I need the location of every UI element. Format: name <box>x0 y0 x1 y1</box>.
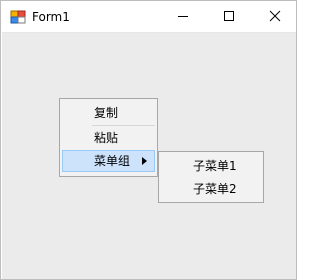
menu-item-label: 粘贴 <box>94 131 119 145</box>
submenu: 子菜单1 子菜单2 <box>158 151 264 203</box>
windows-form-icon[interactable] <box>10 9 26 25</box>
submenu-item-label: 子菜单2 <box>193 182 237 196</box>
menu-item-paste[interactable]: 粘贴 <box>62 127 155 149</box>
context-menu: 复制 粘贴 菜单组 <box>59 98 158 177</box>
menu-separator <box>92 125 155 126</box>
close-icon <box>269 10 281 22</box>
menu-item-label: 复制 <box>94 106 119 120</box>
maximize-icon <box>224 11 234 21</box>
minimize-button[interactable] <box>160 1 206 32</box>
submenu-item-2[interactable]: 子菜单2 <box>161 178 261 200</box>
menu-item-copy[interactable]: 复制 <box>62 102 155 124</box>
close-button[interactable] <box>252 1 296 32</box>
chevron-right-icon <box>142 157 147 165</box>
window-title: Form1 <box>32 10 70 24</box>
title-bar[interactable]: Form1 <box>1 1 296 32</box>
form-window: Form1 复制 粘贴 菜单组 子菜单1 子菜单2 <box>0 0 297 280</box>
maximize-button[interactable] <box>206 1 252 32</box>
submenu-item-label: 子菜单1 <box>193 159 237 173</box>
submenu-item-1[interactable]: 子菜单1 <box>161 155 261 177</box>
menu-item-group[interactable]: 菜单组 <box>62 150 155 172</box>
menu-item-label: 菜单组 <box>94 154 131 168</box>
minimize-icon <box>178 16 188 17</box>
